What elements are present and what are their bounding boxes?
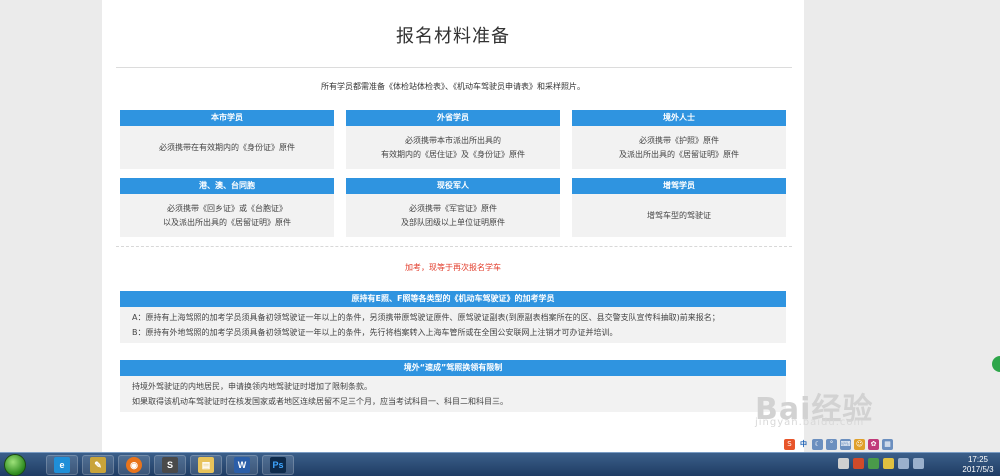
ime-chinese-icon[interactable]: 中 xyxy=(798,439,809,450)
section-body: A：原持有上海驾照的加考学员须具备初领驾驶证一年以上的条件，另须携带原驾驶证原件… xyxy=(120,307,786,343)
taskbar-explorer-button[interactable]: ▤ xyxy=(190,455,222,475)
card-line: 及派出所出具的《居留证明》原件 xyxy=(619,149,739,159)
ime-punct-icon[interactable]: ° xyxy=(826,438,837,450)
taskbar: e ✎ ◉ S ▤ W Ps 17:25 2017/5/3 xyxy=(0,452,1000,476)
word-icon: W xyxy=(234,457,250,473)
section-body: 持境外驾驶证的内地居民，申请换领内地驾驶证时增加了限制条款。 如果取得该机动车驾… xyxy=(120,376,786,412)
ime-moon-icon[interactable]: ☾ xyxy=(812,438,823,450)
dashed-divider xyxy=(116,246,792,247)
clock-date: 2017/5/3 xyxy=(962,465,994,474)
card-line: 必须携带《护照》原件 xyxy=(639,135,719,145)
ie-icon: e xyxy=(54,457,70,473)
taskbar-word-button[interactable]: W xyxy=(226,455,258,475)
card-line: 必须携带《军官证》原件 xyxy=(409,203,497,213)
card-line: 以及派出所出具的《居留证明》原件 xyxy=(163,217,291,227)
content-page: 报名材料准备 所有学员都需准备《体检站体检表》、《机动车驾驶员申请表》和采样照片… xyxy=(102,0,804,452)
section-line: B：原持有外地驾照的加考学员须具备初领驾驶证一年以上的条件，先行将档案转入上海车… xyxy=(132,328,618,337)
title-divider xyxy=(116,67,792,68)
card-other-province-student: 外省学员 必须携带本市派出所出具的 有效期内的《居住证》及《身份证》原件 xyxy=(346,110,560,169)
card-header: 现役军人 xyxy=(346,178,560,194)
tray-volume-icon[interactable] xyxy=(913,458,924,469)
start-button[interactable] xyxy=(4,454,26,476)
firefox-icon: ◉ xyxy=(126,457,142,473)
taskbar-tool-button[interactable]: ✎ xyxy=(82,455,114,475)
section-line: A：原持有上海驾照的加考学员须具备初领驾驶证一年以上的条件，另须携带原驾驶证原件… xyxy=(132,313,720,322)
ime-s-icon[interactable]: S xyxy=(784,438,795,450)
photoshop-icon: Ps xyxy=(270,457,286,473)
card-body: 必须携带本市派出所出具的 有效期内的《居住证》及《身份证》原件 xyxy=(346,126,560,169)
left-gutter xyxy=(0,0,102,452)
card-body: 必须携带《护照》原件 及派出所出具的《居留证明》原件 xyxy=(572,126,786,169)
card-body: 增驾车型的驾驶证 xyxy=(572,194,786,237)
tray-chat-icon[interactable] xyxy=(883,458,894,469)
card-line: 必须携带本市派出所出具的 xyxy=(405,135,501,145)
section-overseas-license: 境外“速成”驾照换领有限制 持境外驾驶证的内地居民，申请换领内地驾驶证时增加了限… xyxy=(120,360,786,412)
notice-text: 加考，现等于再次报名学车 xyxy=(405,263,501,272)
system-tray[interactable] xyxy=(838,458,924,469)
card-line: 必须携带在有效期内的《身份证》原件 xyxy=(159,142,295,152)
folder-icon: ▤ xyxy=(198,457,214,473)
ime-skin-icon[interactable]: ✿ xyxy=(868,438,879,450)
tray-app-icon[interactable] xyxy=(853,458,864,469)
card-header: 本市学员 xyxy=(120,110,334,126)
card-foreigner: 境外人士 必须携带《护照》原件 及派出所出具的《居留证明》原件 xyxy=(572,110,786,169)
card-body: 必须携带《回乡证》或《台胞证》 以及派出所出具的《居留证明》原件 xyxy=(120,194,334,237)
sublime-icon: S xyxy=(162,457,178,473)
taskbar-clock[interactable]: 17:25 2017/5/3 xyxy=(958,455,998,475)
card-line: 必须携带《回乡证》或《台胞证》 xyxy=(167,203,287,213)
tray-keyboard-icon[interactable] xyxy=(838,458,849,469)
taskbar-photoshop-button[interactable]: Ps xyxy=(262,455,294,475)
section-existing-license: 原持有E照、F照等各类型的《机动车驾驶证》的加考学员 A：原持有上海驾照的加考学… xyxy=(120,291,786,343)
watermark-url: jingyan.baidu.com xyxy=(755,417,865,428)
card-line: 有效期内的《居住证》及《身份证》原件 xyxy=(381,149,525,159)
ime-tools-icon[interactable]: ▦ xyxy=(882,438,893,450)
card-body: 必须携带在有效期内的《身份证》原件 xyxy=(120,126,334,169)
card-active-military: 现役军人 必须携带《军官证》原件 及部队团级以上单位证明原件 xyxy=(346,178,560,237)
section-line: 如果取得该机动车驾驶证时在核发国家或者地区连续居留不足三个月，应当考试科目一、科… xyxy=(132,397,508,406)
card-body: 必须携带《军官证》原件 及部队团级以上单位证明原件 xyxy=(346,194,560,237)
tool-icon: ✎ xyxy=(90,457,106,473)
card-header: 外省学员 xyxy=(346,110,560,126)
card-header: 境外人士 xyxy=(572,110,786,126)
section-header: 原持有E照、F照等各类型的《机动车驾驶证》的加考学员 xyxy=(120,291,786,307)
clock-time: 17:25 xyxy=(967,455,989,464)
tray-security-icon[interactable] xyxy=(868,458,879,469)
ime-keyboard-icon[interactable]: ⌨ xyxy=(840,438,851,450)
card-line: 增驾车型的驾驶证 xyxy=(647,210,711,220)
taskbar-ie-button[interactable]: e xyxy=(46,455,78,475)
card-hk-macau-taiwan: 港、澳、台同胞 必须携带《回乡证》或《台胞证》 以及派出所出具的《居留证明》原件 xyxy=(120,178,334,237)
card-header: 港、澳、台同胞 xyxy=(120,178,334,194)
card-additional-license: 增驾学员 增驾车型的驾驶证 xyxy=(572,178,786,237)
baidu-watermark: Bai经验 jingyan.baidu.com xyxy=(755,384,915,428)
card-line: 及部队团级以上单位证明原件 xyxy=(401,217,505,227)
card-local-student: 本市学员 必须携带在有效期内的《身份证》原件 xyxy=(120,110,334,169)
tray-network-icon[interactable] xyxy=(898,458,909,469)
taskbar-sublime-button[interactable]: S xyxy=(154,455,186,475)
section-header: 境外“速成”驾照换领有限制 xyxy=(120,360,786,376)
section-line: 持境外驾驶证的内地居民，申请换领内地驾驶证时增加了限制条款。 xyxy=(132,382,372,391)
intro-text: 所有学员都需准备《体检站体检表》、《机动车驾驶员申请表》和采样照片。 xyxy=(321,82,585,91)
page-title: 报名材料准备 xyxy=(396,26,510,47)
card-header: 增驾学员 xyxy=(572,178,786,194)
ime-user-icon[interactable]: ☺ xyxy=(854,438,865,450)
taskbar-firefox-button[interactable]: ◉ xyxy=(118,455,150,475)
ime-toolbar[interactable]: S 中 ☾ ° ⌨ ☺ ✿ ▦ xyxy=(784,438,893,450)
